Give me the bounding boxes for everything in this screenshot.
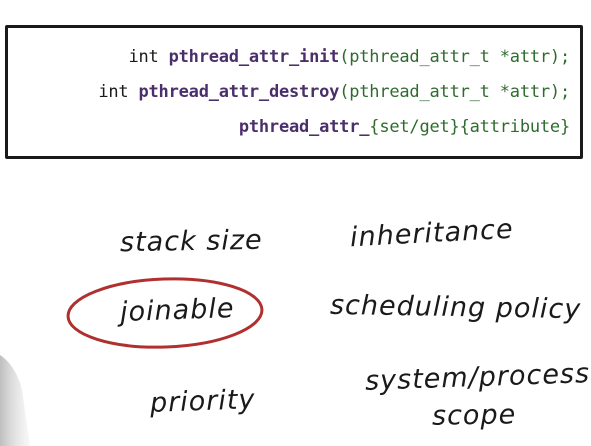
function-name-init: pthread_attr_init (168, 47, 340, 67)
function-name-destroy: pthread_attr_destroy (138, 82, 340, 102)
label-scope: scope (431, 399, 517, 432)
code-line-init: int pthread_attr_init(pthread_attr_t *at… (128, 47, 570, 67)
label-joinable: joinable (119, 293, 235, 328)
code-line-setget: pthread_attr_{set/get}{attribute} (239, 117, 570, 137)
label-scheduling-policy: scheduling policy (329, 289, 582, 326)
label-inheritance: inheritance (349, 213, 515, 254)
setget-token: {set/get} (369, 117, 460, 137)
label-system-process: system/process (364, 358, 591, 397)
function-args-init: (pthread_attr_t *attr); (339, 47, 570, 67)
function-args-destroy: (pthread_attr_t *attr); (339, 82, 570, 102)
label-stack-size: stack size (119, 224, 263, 259)
code-line-destroy: int pthread_attr_destroy(pthread_attr_t … (98, 82, 570, 102)
label-priority: priority (149, 384, 256, 419)
code-keyword-int-2: int (98, 82, 139, 102)
code-keyword-int: int (128, 47, 169, 67)
attribute-token: {attribute} (459, 117, 571, 137)
code-box: int pthread_attr_init(pthread_attr_t *at… (5, 25, 583, 159)
function-name-prefix: pthread_attr_ (238, 117, 370, 137)
